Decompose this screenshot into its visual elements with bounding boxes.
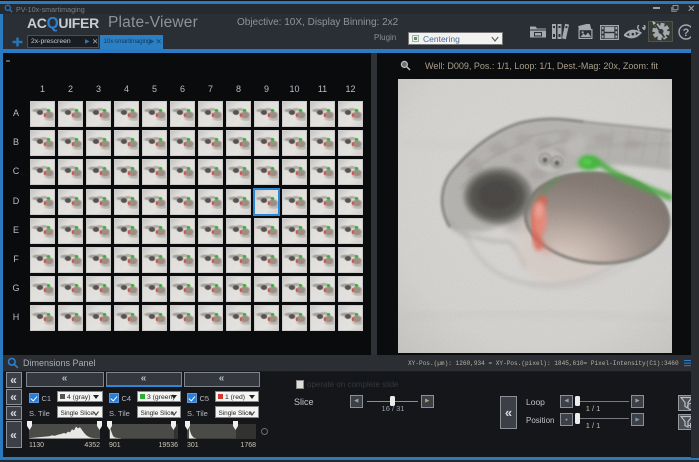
svg-text:?: ? xyxy=(683,27,690,39)
